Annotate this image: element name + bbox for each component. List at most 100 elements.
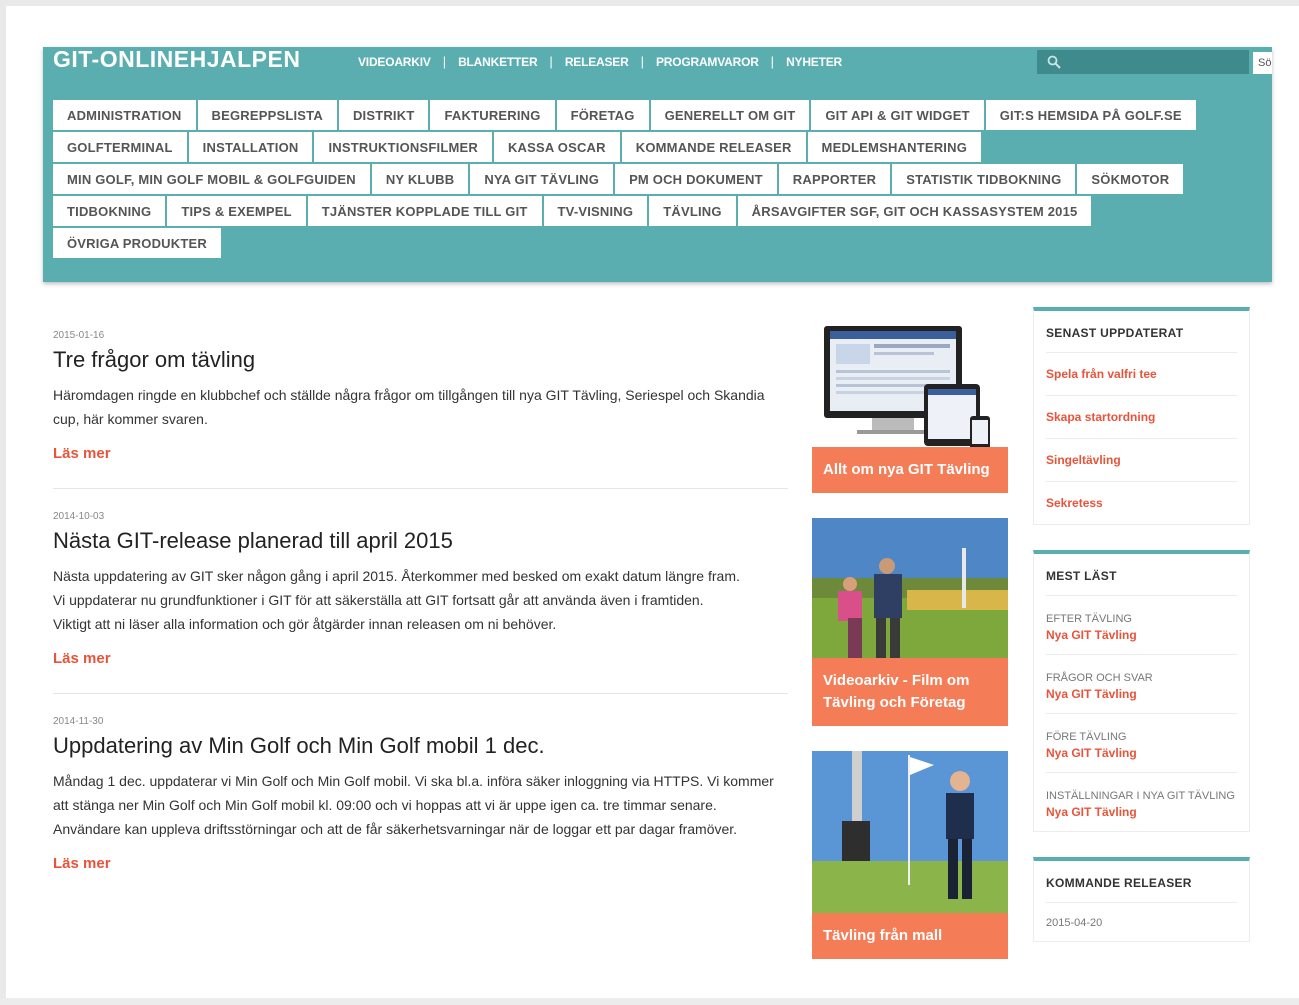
window-frame-top: [0, 0, 1299, 6]
category-kassa-oscar[interactable]: KASSA OSCAR: [493, 132, 620, 162]
category-generellt-om-git[interactable]: GENERELLT OM GIT: [650, 100, 810, 130]
devices-image: [812, 320, 1008, 447]
news-article: 2014-10-03 Nästa GIT-release planerad ti…: [53, 511, 788, 694]
promo-card-mall[interactable]: Tävling från mall: [812, 751, 1008, 959]
category-kommande-releaser[interactable]: KOMMANDE RELEASER: [621, 132, 806, 162]
category-arsavgifter[interactable]: ÅRSAVGIFTER SGF, GIT OCH KASSASYSTEM 201…: [737, 196, 1092, 226]
category-pm-och-dokument[interactable]: PM OCH DOKUMENT: [615, 164, 777, 194]
topnav-separator: |: [442, 54, 447, 69]
most-read-item: FÖRE TÄVLING Nya GIT Tävling: [1046, 714, 1237, 773]
category-fakturering[interactable]: FAKTURERING: [430, 100, 555, 130]
category-git-hemsida[interactable]: GIT:S HEMSIDA PÅ GOLF.SE: [985, 100, 1196, 130]
category-min-golf[interactable]: MIN GOLF, MIN GOLF MOBIL & GOLFGUIDEN: [53, 164, 370, 194]
category-git-api[interactable]: GIT API & GIT WIDGET: [811, 100, 984, 130]
most-read-category: INSTÄLLNINGAR I NYA GIT TÄVLING: [1046, 790, 1235, 802]
release-date: 2015-04-20: [1046, 917, 1103, 929]
category-administration[interactable]: ADMINISTRATION: [53, 100, 196, 130]
news-list: 2015-01-16 Tre frågor om tävling Häromda…: [53, 330, 788, 898]
golfers-photo: [812, 518, 1008, 658]
recently-updated-box: SENAST UPPDATERAT Spela från valfri tee …: [1033, 307, 1250, 525]
site-title[interactable]: GIT-ONLINEHJALPEN: [53, 47, 300, 71]
most-read-link[interactable]: Nya GIT Tävling: [1046, 687, 1237, 701]
article-text: Måndag 1 dec. uppdaterar vi Min Golf och…: [53, 773, 774, 813]
article-title[interactable]: Uppdatering av Min Golf och Min Golf mob…: [53, 733, 788, 759]
category-menu: ADMINISTRATION BEGREPPSLISTA DISTRIKT FA…: [53, 100, 1233, 260]
most-read-item: EFTER TÄVLING Nya GIT Tävling: [1046, 596, 1237, 655]
article-text: Nästa uppdatering av GIT sker någon gång…: [53, 568, 740, 584]
box-title: MEST LÄST: [1046, 554, 1237, 596]
recent-link[interactable]: Singeltävling: [1046, 439, 1237, 482]
category-tips-exempel[interactable]: TIPS & EXEMPEL: [167, 196, 306, 226]
most-read-box: MEST LÄST EFTER TÄVLING Nya GIT Tävling …: [1033, 550, 1250, 832]
category-tavling[interactable]: TÄVLING: [649, 196, 736, 226]
window-frame-bottom: [0, 998, 1299, 1005]
recent-link[interactable]: Skapa startordning: [1046, 396, 1237, 439]
category-rapporter[interactable]: RAPPORTER: [778, 164, 891, 194]
category-instruktionsfilmer[interactable]: INSTRUKTIONSFILMER: [314, 132, 492, 162]
category-nya-git-tavling[interactable]: NYA GIT TÄVLING: [470, 164, 614, 194]
topnav-separator: |: [770, 54, 775, 69]
promo-caption[interactable]: Videoarkiv - Film om Tävling och Företag: [812, 658, 1008, 726]
topnav-nyheter[interactable]: NYHETER: [786, 55, 842, 69]
most-read-item: INSTÄLLNINGAR I NYA GIT TÄVLING Nya GIT …: [1046, 773, 1237, 831]
article-title[interactable]: Nästa GIT-release planerad till april 20…: [53, 528, 788, 554]
news-article: 2015-01-16 Tre frågor om tävling Häromda…: [53, 330, 788, 489]
article-date: 2015-01-16: [53, 330, 105, 341]
promo-card-tavling[interactable]: Allt om nya GIT Tävling: [812, 320, 1008, 493]
category-installation[interactable]: INSTALLATION: [188, 132, 313, 162]
article-date: 2014-11-30: [53, 716, 104, 727]
category-statistik-tidbokning[interactable]: STATISTIK TIDBOKNING: [892, 164, 1076, 194]
most-read-link[interactable]: Nya GIT Tävling: [1046, 628, 1237, 642]
topnav-blanketter[interactable]: BLANKETTER: [458, 55, 538, 69]
category-tjanster[interactable]: TJÄNSTER KOPPLADE TILL GIT: [307, 196, 542, 226]
window-frame-left: [0, 0, 6, 1005]
read-more-link[interactable]: Läs mer: [53, 445, 788, 462]
top-navigation: VIDEOARKIV | BLANKETTER | RELEASER | PRO…: [358, 54, 842, 69]
category-medlemshantering[interactable]: MEDLEMSHANTERING: [807, 132, 982, 162]
search-icon: [1047, 55, 1061, 69]
category-tidbokning[interactable]: TIDBOKNING: [53, 196, 166, 226]
promo-card-videoarkiv[interactable]: Videoarkiv - Film om Tävling och Företag: [812, 518, 1008, 726]
recent-link[interactable]: Spela från valfri tee: [1046, 353, 1237, 396]
upcoming-releases-box: KOMMANDE RELEASER 2015-04-20: [1033, 857, 1250, 942]
promo-caption[interactable]: Tävling från mall: [812, 913, 1008, 959]
category-ny-klubb[interactable]: NY KLUBB: [371, 164, 469, 194]
category-distrikt[interactable]: DISTRIKT: [338, 100, 429, 130]
category-foretag[interactable]: FÖRETAG: [556, 100, 649, 130]
article-text: Viktigt att ni läser alla information oc…: [53, 616, 557, 632]
category-tv-visning[interactable]: TV-VISNING: [543, 196, 648, 226]
promo-column: Allt om nya GIT Tävling Videoarkiv - Fil…: [812, 320, 1008, 984]
search-input[interactable]: [1037, 50, 1249, 74]
recent-link[interactable]: Sekretess: [1046, 482, 1237, 524]
read-more-link[interactable]: Läs mer: [53, 650, 788, 667]
most-read-category: FÖRE TÄVLING: [1046, 731, 1127, 743]
most-read-category: EFTER TÄVLING: [1046, 613, 1132, 625]
promo-caption[interactable]: Allt om nya GIT Tävling: [812, 447, 1008, 493]
category-sokmotor[interactable]: SÖKMOTOR: [1077, 164, 1184, 194]
search-button[interactable]: Sö: [1253, 52, 1272, 74]
topnav-programvaror[interactable]: PROGRAMVAROR: [656, 55, 759, 69]
article-text: Häromdagen ringde en klubbchef och ställ…: [53, 387, 765, 427]
article-title[interactable]: Tre frågor om tävling: [53, 347, 788, 373]
sidebar: SENAST UPPDATERAT Spela från valfri tee …: [1033, 307, 1250, 967]
topnav-videoarkiv[interactable]: VIDEOARKIV: [358, 55, 431, 69]
most-read-item: FRÅGOR OCH SVAR Nya GIT Tävling: [1046, 655, 1237, 714]
flag-golfer-photo: [812, 751, 1008, 913]
topnav-separator: |: [640, 54, 644, 69]
box-title: SENAST UPPDATERAT: [1046, 311, 1237, 353]
read-more-link[interactable]: Läs mer: [53, 855, 788, 872]
site-header: GIT-ONLINEHJALPEN VIDEOARKIV | BLANKETTE…: [43, 47, 1272, 282]
box-title: KOMMANDE RELEASER: [1046, 861, 1237, 903]
article-text: Användare kan uppleva driftsstörningar o…: [53, 821, 738, 837]
article-date: 2014-10-03: [53, 511, 105, 522]
topnav-separator: |: [549, 54, 553, 69]
category-begreppslista[interactable]: BEGREPPSLISTA: [197, 100, 337, 130]
category-ovriga-produkter[interactable]: ÖVRIGA PRODUKTER: [53, 228, 221, 258]
most-read-link[interactable]: Nya GIT Tävling: [1046, 746, 1237, 760]
article-text: Vi uppdaterar nu grundfunktioner i GIT f…: [53, 592, 704, 608]
category-golfterminal[interactable]: GOLFTERMINAL: [53, 132, 187, 162]
most-read-link[interactable]: Nya GIT Tävling: [1046, 805, 1237, 819]
topnav-releaser[interactable]: RELEASER: [565, 55, 629, 69]
most-read-category: FRÅGOR OCH SVAR: [1046, 672, 1153, 684]
news-article: 2014-11-30 Uppdatering av Min Golf och M…: [53, 716, 788, 872]
